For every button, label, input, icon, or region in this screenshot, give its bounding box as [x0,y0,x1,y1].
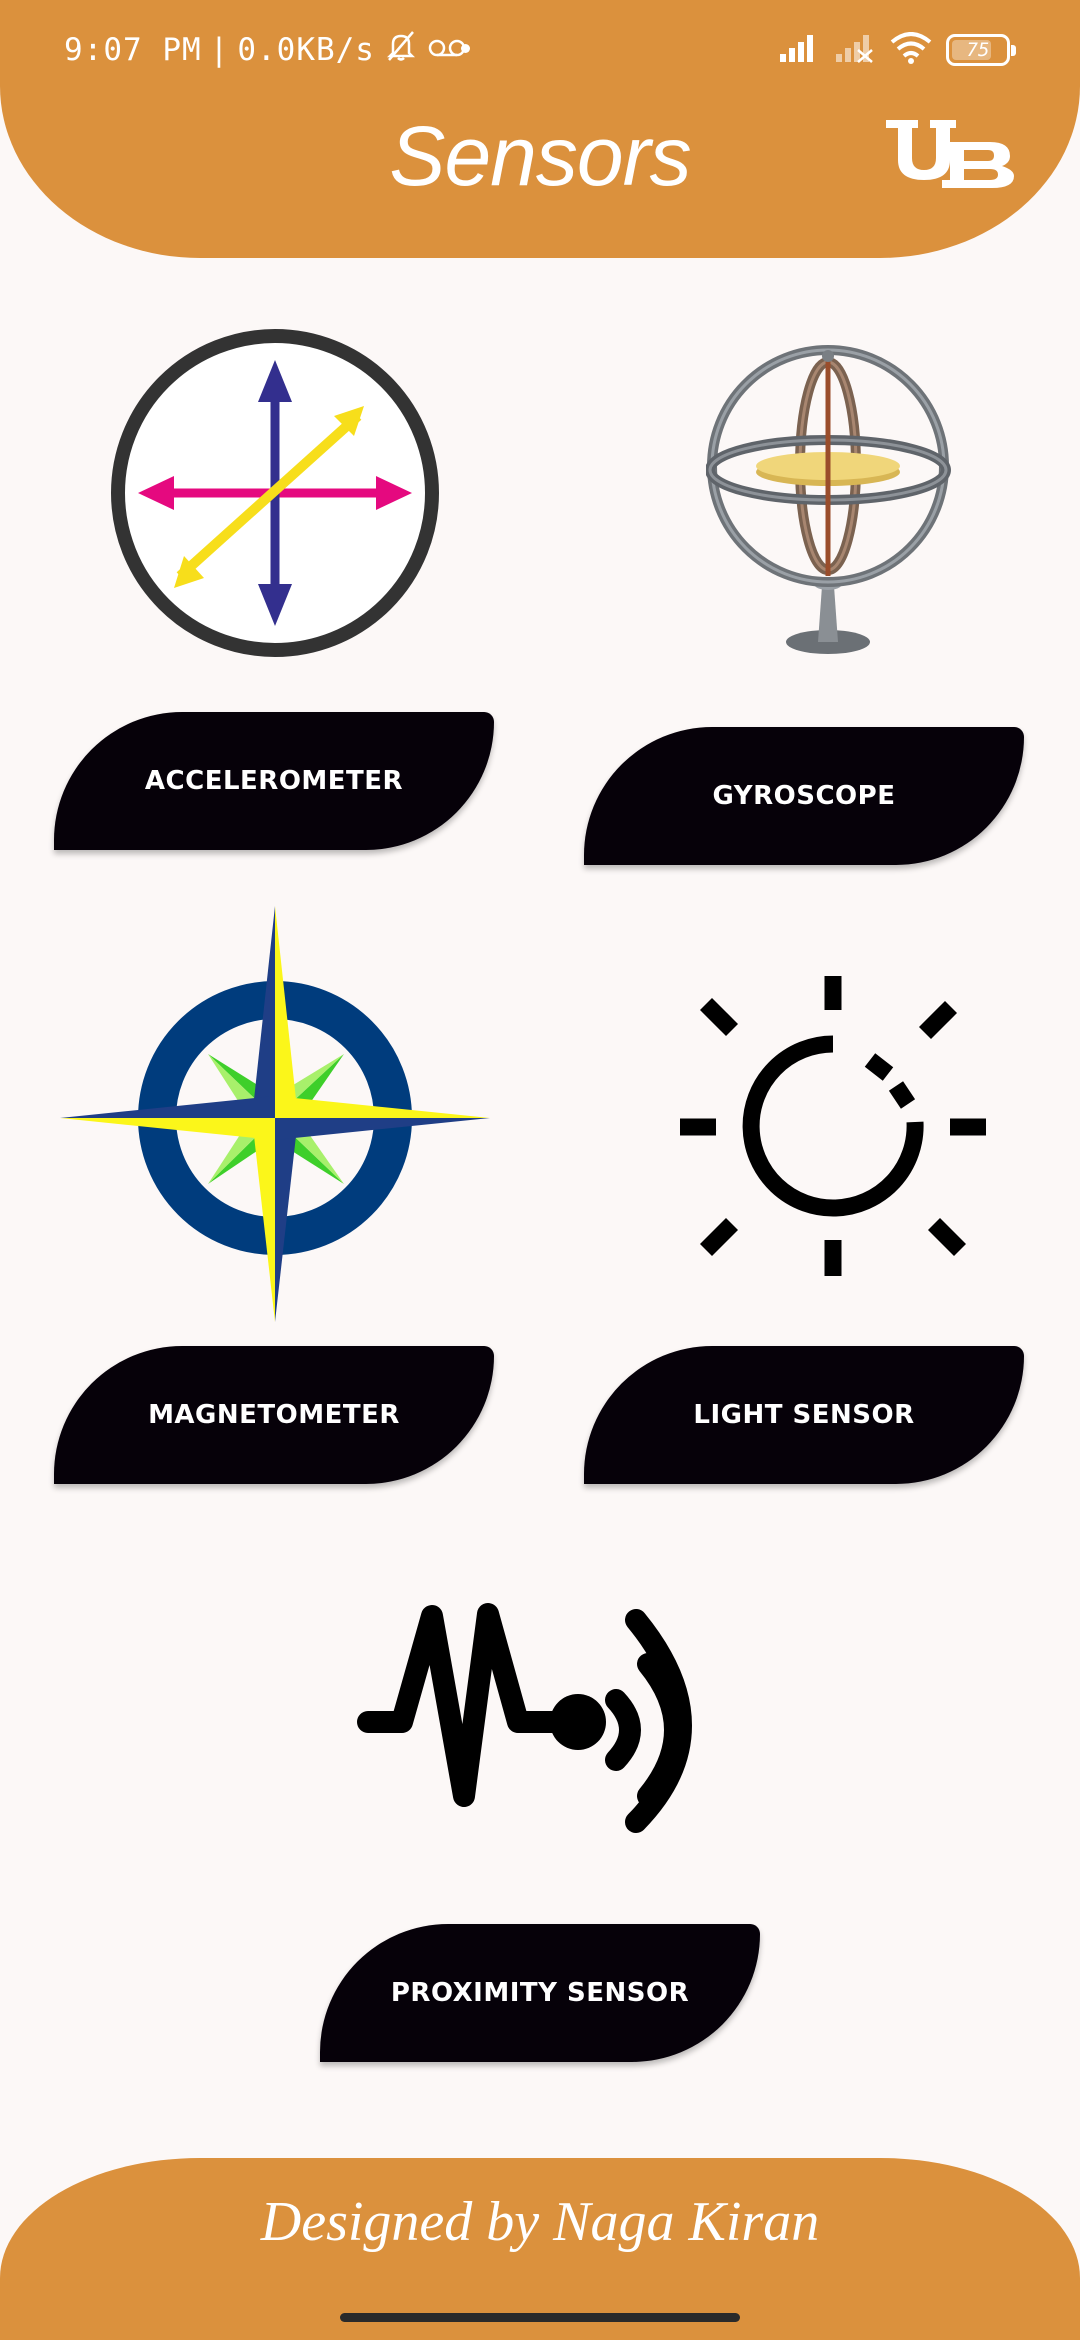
footer-credit: Designed by Naga Kiran [260,2191,820,2253]
status-network-speed: 0.0KB/s [237,32,375,68]
notification-dot [461,44,470,53]
light-sensor-button[interactable]: LIGHT SENSOR [584,1346,1024,1484]
status-right: 75 [778,30,1016,70]
signal-x-icon [834,32,876,68]
accelerometer-icon[interactable] [108,326,442,660]
status-separator: | [209,32,230,68]
proximity-sensor-button[interactable]: PROXIMITY SENSOR [320,1924,760,2062]
ub-logo [886,118,1014,188]
wifi-icon [890,32,932,68]
compass-icon[interactable] [58,904,492,1324]
home-indicator[interactable] [340,2313,740,2322]
accelerometer-label: ACCELEROMETER [144,766,404,796]
magnetometer-label: MAGNETOMETER [148,1400,400,1430]
sun-icon[interactable] [678,974,988,1280]
signal-icon [778,32,820,68]
light-sensor-label: LIGHT SENSOR [693,1400,915,1430]
gyroscope-icon[interactable] [705,326,962,662]
accelerometer-button[interactable]: ACCELEROMETER [54,712,494,850]
proximity-sensor-label: PROXIMITY SENSOR [390,1978,690,2008]
battery-level: 75 [966,39,990,61]
proximity-icon[interactable] [356,1592,716,1838]
status-bar: 9:07 PM | 0.0KB/s 75 [0,0,1080,96]
gyroscope-button[interactable]: GYROSCOPE [584,727,1024,865]
magnetometer-button[interactable]: MAGNETOMETER [54,1346,494,1484]
mute-icon [383,28,419,72]
status-left: 9:07 PM | 0.0KB/s [64,28,467,72]
status-time: 9:07 PM [64,32,202,68]
battery-nub [1011,45,1016,56]
battery-icon: 75 [946,34,1016,66]
gyroscope-label: GYROSCOPE [712,781,896,811]
